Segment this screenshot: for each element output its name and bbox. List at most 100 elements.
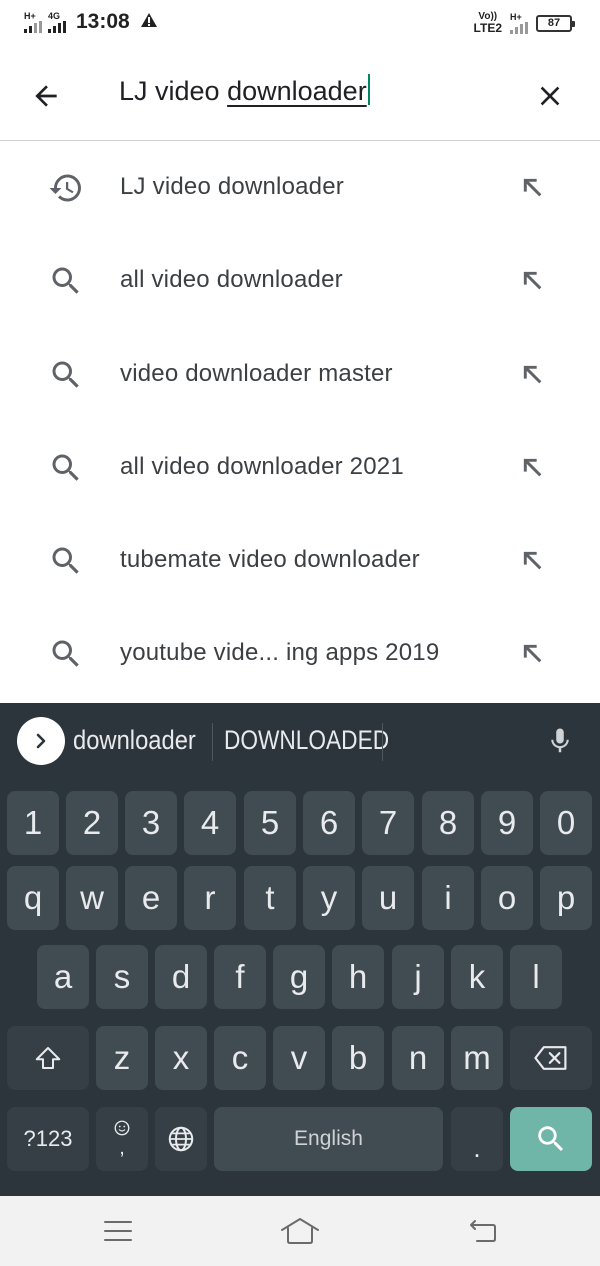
- key-8[interactable]: 8: [422, 791, 474, 855]
- shift-icon: [35, 1047, 61, 1069]
- suggestion-text: LJ video downloader: [120, 173, 344, 200]
- key-o[interactable]: o: [481, 866, 533, 930]
- back-nav-button[interactable]: [461, 1214, 505, 1248]
- key-j[interactable]: j: [392, 945, 444, 1009]
- key-u[interactable]: u: [362, 866, 414, 930]
- fill-query-button[interactable]: [516, 264, 548, 296]
- key-p[interactable]: p: [540, 866, 592, 930]
- search-action-key[interactable]: [510, 1107, 592, 1171]
- network-type-label: H+: [24, 10, 36, 21]
- key-k[interactable]: k: [451, 945, 503, 1009]
- key-t[interactable]: t: [244, 866, 296, 930]
- emoji-comma-key[interactable]: ,: [96, 1107, 148, 1171]
- signal-sim1: H+: [24, 10, 42, 33]
- search-header: LJ video downloader: [0, 48, 600, 141]
- fill-query-button[interactable]: [516, 544, 548, 576]
- fill-query-button[interactable]: [516, 358, 548, 390]
- arrow-up-left-icon: [523, 458, 542, 477]
- suggestion-item[interactable]: all video downloader: [0, 234, 600, 327]
- space-bar[interactable]: English: [214, 1107, 443, 1171]
- key-2[interactable]: 2: [66, 791, 118, 855]
- search-input[interactable]: LJ video downloader: [119, 74, 370, 107]
- key-r[interactable]: r: [184, 866, 236, 930]
- key-b[interactable]: b: [332, 1026, 384, 1090]
- key-e[interactable]: e: [125, 866, 177, 930]
- shift-key[interactable]: [7, 1026, 89, 1090]
- suggestion-text: tubemate video downloader: [120, 546, 420, 574]
- status-left: H+ 4G 13:08: [24, 10, 158, 34]
- key-s[interactable]: s: [96, 945, 148, 1009]
- key-m[interactable]: m: [451, 1026, 503, 1090]
- divider: [382, 723, 383, 761]
- period-key[interactable]: .: [451, 1107, 503, 1171]
- signal-sim2: 4G: [48, 11, 66, 33]
- system-navigation-bar: [0, 1196, 600, 1266]
- key-7[interactable]: 7: [362, 791, 414, 855]
- suggestion-item[interactable]: video downloader master: [0, 328, 600, 421]
- fill-query-button[interactable]: [516, 637, 548, 669]
- search-icon: [47, 542, 85, 580]
- key-l[interactable]: l: [510, 945, 562, 1009]
- close-icon: [540, 86, 560, 106]
- suggestion-text: youtube vide... ing apps 2019: [120, 639, 440, 667]
- suggestion-item[interactable]: LJ video downloader: [0, 141, 600, 234]
- key-0[interactable]: 0: [540, 791, 592, 855]
- suggestion-item[interactable]: all video downloader 2021: [0, 421, 600, 514]
- key-9[interactable]: 9: [481, 791, 533, 855]
- microphone-icon: [551, 728, 569, 753]
- arrow-up-left-icon: [523, 645, 542, 663]
- fill-query-button[interactable]: [516, 171, 548, 203]
- key-6[interactable]: 6: [303, 791, 355, 855]
- history-icon: [47, 169, 85, 207]
- suggestion-text: video downloader master: [120, 359, 393, 387]
- key-n[interactable]: n: [392, 1026, 444, 1090]
- battery-level: 87: [547, 17, 561, 29]
- key-c[interactable]: c: [214, 1026, 266, 1090]
- key-4[interactable]: 4: [184, 791, 236, 855]
- key-q[interactable]: q: [7, 866, 59, 930]
- key-1[interactable]: 1: [7, 791, 59, 855]
- back-button[interactable]: [26, 76, 66, 116]
- fill-query-button[interactable]: [516, 451, 548, 483]
- warning-icon: [140, 12, 158, 33]
- status-right: Vo)) LTE2 H+ 87: [473, 11, 575, 35]
- recents-button[interactable]: [96, 1214, 140, 1248]
- key-i[interactable]: i: [422, 866, 474, 930]
- clear-button[interactable]: [530, 76, 570, 116]
- soft-keyboard: downloader DOWNLOADED 1 2 3 4 5 6 7 8 9 …: [0, 703, 600, 1196]
- key-3[interactable]: 3: [125, 791, 177, 855]
- key-z[interactable]: z: [96, 1026, 148, 1090]
- key-5[interactable]: 5: [244, 791, 296, 855]
- key-d[interactable]: d: [155, 945, 207, 1009]
- key-a[interactable]: a: [37, 945, 89, 1009]
- key-h[interactable]: h: [332, 945, 384, 1009]
- key-v[interactable]: v: [273, 1026, 325, 1090]
- suggestion-text: all video downloader: [120, 266, 343, 294]
- signal-bars-icon: [510, 21, 528, 34]
- keyboard-suggestion[interactable]: DOWNLOADED: [224, 725, 389, 756]
- expand-toolbar-button[interactable]: [17, 717, 65, 765]
- home-icon: [281, 1218, 319, 1244]
- voice-input-button[interactable]: [540, 721, 580, 761]
- lte-label: LTE2: [473, 21, 502, 35]
- backspace-key[interactable]: [510, 1026, 592, 1090]
- search-icon: [47, 356, 85, 394]
- comma-label: ,: [119, 1137, 125, 1159]
- backspace-icon: [534, 1046, 567, 1070]
- key-f[interactable]: f: [214, 945, 266, 1009]
- search-icon: [47, 262, 85, 300]
- volte-indicator: Vo)) LTE2: [473, 12, 502, 35]
- key-w[interactable]: w: [66, 866, 118, 930]
- search-icon: [538, 1126, 564, 1152]
- key-g[interactable]: g: [273, 945, 325, 1009]
- key-y[interactable]: y: [303, 866, 355, 930]
- key-x[interactable]: x: [155, 1026, 207, 1090]
- keyboard-suggestion[interactable]: downloader: [73, 725, 196, 756]
- emoji-icon: [114, 1120, 130, 1136]
- suggestion-item[interactable]: tubemate video downloader: [0, 514, 600, 607]
- network-type-label: H+: [510, 11, 522, 22]
- home-button[interactable]: [278, 1214, 322, 1248]
- language-key[interactable]: [155, 1107, 207, 1171]
- suggestion-item[interactable]: youtube vide... ing apps 2019: [0, 607, 600, 700]
- symbols-key[interactable]: ?123: [7, 1107, 89, 1171]
